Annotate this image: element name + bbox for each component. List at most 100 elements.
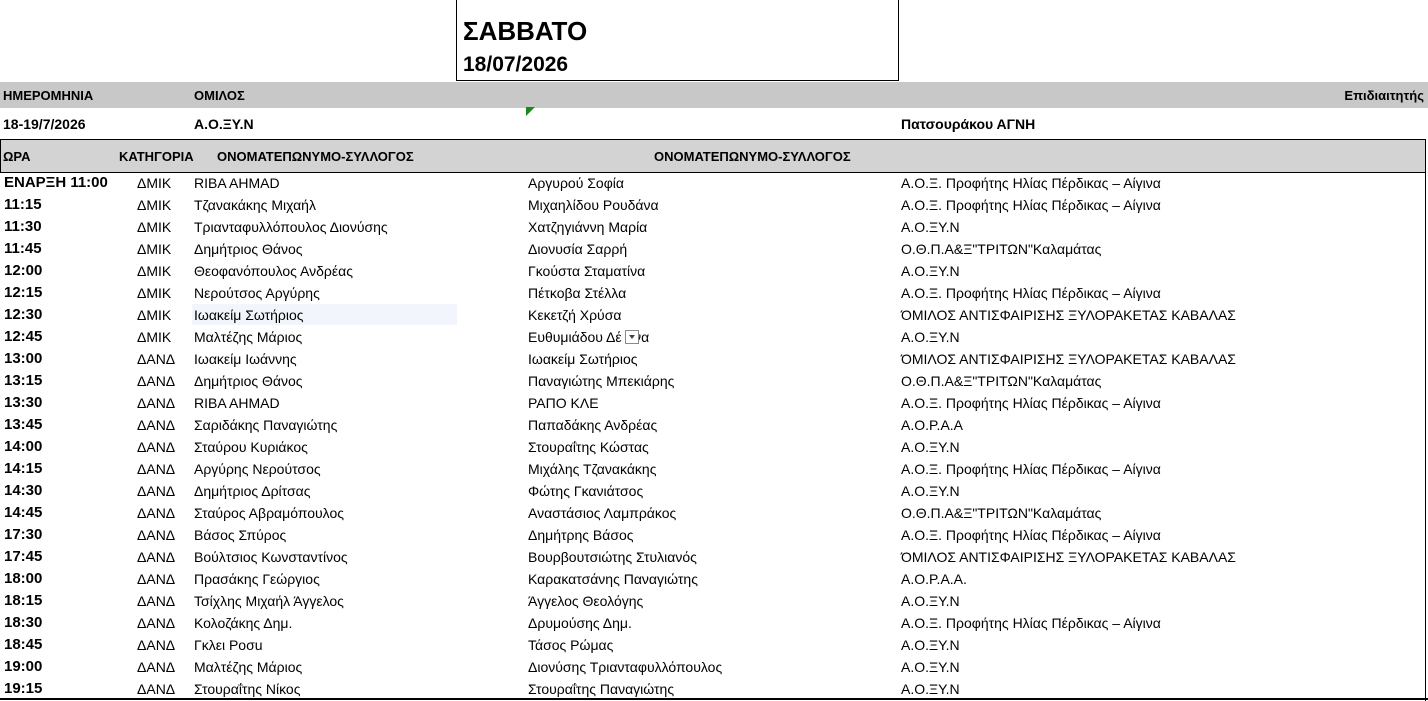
row-player1[interactable]: Σταύρος Αβραμόπουλος: [194, 505, 344, 521]
row-player1[interactable]: Βάσος Σπύρος: [194, 527, 286, 543]
row-time[interactable]: 13:00: [4, 350, 42, 367]
row-player2[interactable]: Μιχαηλίδου Ρουδάνα: [528, 197, 659, 213]
row-club[interactable]: Α.Ο.ΞΥ.Ν: [901, 263, 960, 279]
row-player2[interactable]: Αργυρού Σοφία: [528, 175, 624, 191]
row-player2[interactable]: Διονυσία Σαρρή: [528, 241, 627, 257]
row-category[interactable]: ΔΑΝΔ: [137, 461, 175, 477]
row-player1[interactable]: Δημήτριος Δρίτσας: [194, 483, 310, 499]
row-club[interactable]: Α.Ο.Ξ. Προφήτης Ηλίας Πέρδικας – Αίγινα: [901, 461, 1161, 477]
row-player2[interactable]: Αναστάσιος Λαμπράκος: [528, 505, 676, 521]
row-player1[interactable]: Μαλτέζης Μάριος: [194, 329, 302, 345]
row-time[interactable]: 14:00: [4, 438, 42, 455]
date-value[interactable]: 18-19/7/2026: [3, 116, 86, 132]
row-player1[interactable]: Βούλτσιος Κωνσταντίνος: [194, 549, 348, 565]
row-club[interactable]: ΌΜΙΛΟΣ ΑΝΤΙΣΦΑΙΡΙΣΗΣ ΞΥΛΟΡΑΚΕΤΑΣ ΚΑΒΑΛΑΣ: [901, 351, 1236, 367]
row-time[interactable]: 17:45: [4, 548, 42, 565]
row-player2[interactable]: Παπαδάκης Ανδρέας: [528, 417, 657, 433]
row-player2[interactable]: Δρυμούσης Δημ.: [528, 615, 632, 631]
group-value[interactable]: Α.Ο.ΞΥ.Ν: [194, 116, 254, 132]
row-player2[interactable]: Πέτκοβα Στέλλα: [528, 285, 626, 301]
row-player2[interactable]: Παναγιώτης Μπεκιάρης: [528, 373, 674, 389]
row-club[interactable]: Ο.Θ.Π.Α&Ξ"ΤΡΙΤΩΝ"Καλαμάτας: [901, 241, 1101, 257]
row-time[interactable]: 19:15: [4, 680, 42, 697]
row-category[interactable]: ΔΜΙΚ: [137, 175, 171, 191]
row-category[interactable]: ΔΑΝΔ: [137, 593, 175, 609]
row-player2[interactable]: Άγγελος Θεολόγης: [528, 593, 643, 609]
row-time[interactable]: 17:30: [4, 526, 42, 543]
row-category[interactable]: ΔΑΝΔ: [137, 571, 175, 587]
row-player2[interactable]: Στουραΐτης Παναγιώτης: [528, 681, 674, 697]
row-time[interactable]: 14:45: [4, 504, 42, 521]
row-player2[interactable]: Τάσος Ρώμας: [528, 637, 613, 653]
row-player1[interactable]: Δημήτριος Θάνος: [194, 241, 303, 257]
row-club[interactable]: Α.Ο.Ρ.Α.Α.: [901, 571, 967, 587]
row-time[interactable]: 19:00: [4, 658, 42, 675]
row-time[interactable]: 12:45: [4, 328, 42, 345]
row-club[interactable]: Α.Ο.ΞΥ.Ν: [901, 219, 960, 235]
row-player1[interactable]: Νερούτσος Αργύρης: [194, 285, 320, 301]
row-time[interactable]: 11:45: [4, 240, 42, 257]
row-player1[interactable]: Ιωακείμ Ιωάννης: [194, 351, 297, 367]
row-player1[interactable]: Αργύρης Νερούτσος: [194, 461, 321, 477]
row-club[interactable]: Α.Ο.Ξ. Προφήτης Ηλίας Πέρδικας – Αίγινα: [901, 175, 1161, 191]
row-player2[interactable]: Διονύσης Τριανταφυλλόπουλος: [528, 659, 722, 675]
row-player2[interactable]: Καρακατσάνης Παναγιώτης: [528, 571, 698, 587]
row-time[interactable]: 13:30: [4, 394, 42, 411]
row-player2[interactable]: Μιχάλης Τζανακάκης: [528, 461, 656, 477]
row-player1[interactable]: Στουραΐτης Νίκος: [194, 681, 300, 697]
row-category[interactable]: ΔΑΝΔ: [137, 483, 175, 499]
row-club[interactable]: Α.Ο.ΞΥ.Ν: [901, 681, 960, 697]
row-player1[interactable]: RIBA AHMAD: [194, 175, 280, 191]
row-club[interactable]: Α.Ο.Ξ. Προφήτης Ηλίας Πέρδικας – Αίγινα: [901, 395, 1161, 411]
row-category[interactable]: ΔΑΝΔ: [137, 417, 175, 433]
row-club[interactable]: Α.Ο.ΞΥ.Ν: [901, 439, 960, 455]
row-club[interactable]: Α.Ο.Ξ. Προφήτης Ηλίας Πέρδικας – Αίγινα: [901, 197, 1161, 213]
row-player2[interactable]: Δημήτρης Βάσος: [528, 527, 634, 543]
row-time[interactable]: 14:15: [4, 460, 42, 477]
row-club[interactable]: Α.Ο.Ξ. Προφήτης Ηλίας Πέρδικας – Αίγινα: [901, 615, 1161, 631]
row-club[interactable]: Ο.Θ.Π.Α&Ξ"ΤΡΙΤΩΝ"Καλαμάτας: [901, 505, 1101, 521]
row-category[interactable]: ΔΜΙΚ: [137, 219, 171, 235]
row-category[interactable]: ΔΑΝΔ: [137, 373, 175, 389]
autocomplete-dropdown-icon[interactable]: [625, 330, 639, 344]
row-player1[interactable]: Γκλει Ρoσu: [194, 637, 263, 653]
row-club[interactable]: Α.Ο.Ξ. Προφήτης Ηλίας Πέρδικας – Αίγινα: [901, 285, 1161, 301]
row-category[interactable]: ΔΑΝΔ: [137, 615, 175, 631]
row-player1[interactable]: Τζανακάκης Μιχαήλ: [194, 197, 316, 213]
row-club[interactable]: Ο.Θ.Π.Α&Ξ"ΤΡΙΤΩΝ"Καλαμάτας: [901, 373, 1101, 389]
row-time[interactable]: 13:15: [4, 372, 42, 389]
row-category[interactable]: ΔΑΝΔ: [137, 351, 175, 367]
row-category[interactable]: ΔΑΝΔ: [137, 681, 175, 697]
row-player1[interactable]: Τσίχλης Μιχαήλ Άγγελος: [194, 593, 344, 609]
row-club[interactable]: Α.Ο.ΞΥ.Ν: [901, 483, 960, 499]
row-time[interactable]: 12:00: [4, 262, 42, 279]
row-player1[interactable]: Θεοφανόπουλος Ανδρέας: [194, 263, 353, 279]
row-club[interactable]: ΌΜΙΛΟΣ ΑΝΤΙΣΦΑΙΡΙΣΗΣ ΞΥΛΟΡΑΚΕΤΑΣ ΚΑΒΑΛΑΣ: [901, 307, 1236, 323]
row-time[interactable]: 18:30: [4, 614, 42, 631]
cell-comment-marker-icon[interactable]: [526, 107, 535, 116]
row-category[interactable]: ΔΜΙΚ: [137, 307, 171, 323]
row-player1[interactable]: Κολοζάκης Δημ.: [194, 615, 292, 631]
row-time[interactable]: 18:45: [4, 636, 42, 653]
row-time[interactable]: 14:30: [4, 482, 42, 499]
row-category[interactable]: ΔΑΝΔ: [137, 505, 175, 521]
row-time[interactable]: 18:00: [4, 570, 42, 587]
row-time[interactable]: 13:45: [4, 416, 42, 433]
row-category[interactable]: ΔΜΙΚ: [137, 285, 171, 301]
row-player1[interactable]: Δημήτριος Θάνος: [194, 373, 303, 389]
row-time[interactable]: 12:15: [4, 284, 42, 301]
row-player2[interactable]: Κεκετζή Χρύσα: [528, 307, 621, 323]
row-category[interactable]: ΔΑΝΔ: [137, 527, 175, 543]
row-player1[interactable]: RIBA AHMAD: [194, 395, 280, 411]
row-club[interactable]: Α.Ο.ΞΥ.Ν: [901, 329, 960, 345]
row-club[interactable]: Α.Ο.Ξ. Προφήτης Ηλίας Πέρδικας – Αίγινα: [901, 527, 1161, 543]
row-category[interactable]: ΔΜΙΚ: [137, 241, 171, 257]
row-player2[interactable]: Χατζηγιάννη Μαρία: [528, 219, 647, 235]
row-category[interactable]: ΔΑΝΔ: [137, 637, 175, 653]
row-player1[interactable]: Τριανταφυλλόπουλος Διονύσης: [194, 219, 388, 235]
row-time[interactable]: 11:15: [4, 196, 42, 213]
row-club[interactable]: Α.Ο.ΞΥ.Ν: [901, 593, 960, 609]
row-time[interactable]: 11:30: [4, 218, 42, 235]
row-category[interactable]: ΔΑΝΔ: [137, 439, 175, 455]
row-player2[interactable]: Βουρβουτσιώτης Στυλιανός: [528, 549, 697, 565]
